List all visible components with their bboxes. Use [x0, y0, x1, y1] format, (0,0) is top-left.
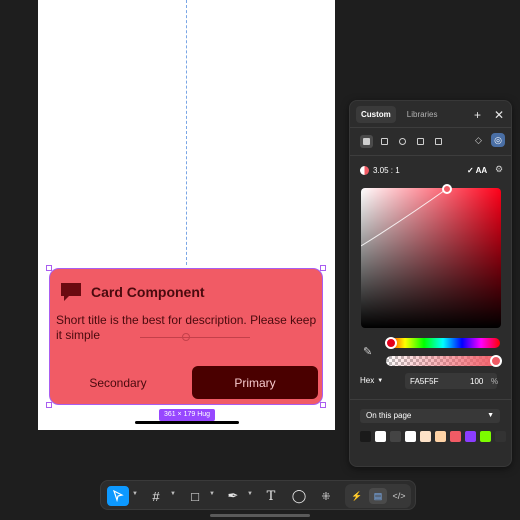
chevron-down-icon: ▼	[377, 377, 384, 384]
comment-tool[interactable]: ◯	[288, 486, 310, 506]
primary-button[interactable]: Primary	[192, 366, 318, 399]
dev-mode-button[interactable]: </>	[390, 488, 408, 504]
size-badge: 361 × 179 Hug	[159, 409, 215, 421]
chevron-down-icon[interactable]: ▼	[209, 491, 215, 497]
comment-icon: ◯	[291, 488, 307, 503]
mode-switcher: ⚡ ▤ </>	[345, 484, 411, 508]
color-swatch[interactable]	[495, 431, 506, 442]
secondary-button[interactable]: Secondary	[56, 367, 180, 399]
hex-value[interactable]: FA5F5F	[410, 377, 438, 386]
frame-icon: #	[152, 488, 160, 504]
video-fill-icon[interactable]	[432, 135, 445, 148]
resize-handle-bottom-right[interactable]	[320, 402, 326, 408]
shape-tool[interactable]: □	[184, 486, 206, 506]
opacity-unit: %	[491, 377, 499, 386]
opacity-value[interactable]: 100	[470, 377, 483, 386]
chevron-down-icon: ▼	[487, 412, 494, 419]
prototype-mode-button[interactable]: ▤	[369, 488, 387, 504]
color-picker-panel: Custom Libraries + ✕ ◇ ◎ 3.05 : 1 ✓ AA ⚙…	[349, 100, 512, 467]
tab-libraries[interactable]: Libraries	[402, 106, 443, 123]
color-swatch[interactable]	[435, 431, 446, 442]
saturation-brightness-area[interactable]	[361, 188, 501, 328]
contrast-threshold-curve	[361, 188, 449, 247]
variables-icon[interactable]: ◎	[491, 133, 505, 147]
eyedropper-icon[interactable]: ✎	[363, 345, 372, 358]
card-title: Card Component	[91, 284, 205, 300]
card-header: Card Component	[59, 281, 205, 303]
hue-handle[interactable]	[385, 337, 397, 349]
contrast-aa-badge: ✓ AA	[467, 166, 488, 175]
spacing-handle[interactable]	[182, 333, 190, 341]
resize-handle-top-left[interactable]	[46, 265, 52, 271]
color-swatch[interactable]	[450, 431, 461, 442]
text-tool[interactable]: T	[260, 486, 282, 506]
add-icon[interactable]: +	[474, 108, 481, 122]
color-swatch[interactable]	[465, 431, 476, 442]
paint-type-row	[360, 135, 445, 148]
move-icon	[113, 490, 124, 502]
color-swatch[interactable]	[360, 431, 371, 442]
contrast-ratio: 3.05 : 1	[373, 166, 400, 175]
components-icon: ⁜	[321, 490, 331, 503]
swatch-grid	[360, 431, 506, 442]
spacing-measure-line	[140, 337, 250, 338]
chevron-down-icon[interactable]: ▼	[170, 491, 176, 497]
canvas-scroll-indicator[interactable]	[135, 421, 239, 424]
blend-mode-icon[interactable]: ◇	[475, 135, 482, 146]
tab-custom[interactable]: Custom	[356, 106, 396, 123]
shape-icon: □	[191, 488, 199, 504]
bottom-toolbar: ▼ # ▼ □ ▼ ✒ ▼ T ◯ ⁜ ⚡ ▤ </>	[100, 480, 416, 510]
close-icon[interactable]: ✕	[494, 108, 504, 122]
color-swatch[interactable]	[375, 431, 386, 442]
color-swatch[interactable]	[420, 431, 431, 442]
home-indicator	[210, 514, 310, 517]
picker-tabs: Custom Libraries	[356, 106, 442, 123]
contrast-settings-icon[interactable]: ⚙	[495, 164, 503, 175]
image-fill-icon[interactable]	[414, 135, 427, 148]
contrast-icon	[360, 166, 369, 175]
solid-paint-icon[interactable]	[360, 135, 373, 148]
pen-icon: ✒	[227, 488, 239, 503]
design-mode-icon: ⚡	[351, 490, 363, 501]
vertical-guide	[186, 0, 187, 265]
resize-handle-bottom-left[interactable]	[46, 402, 52, 408]
swatch-source-select[interactable]: On this page ▼	[360, 409, 500, 423]
pen-tool[interactable]: ✒	[222, 486, 244, 506]
design-mode-button[interactable]: ⚡	[348, 488, 366, 504]
card-component[interactable]: Card Component Short title is the best f…	[49, 268, 323, 405]
chevron-down-icon[interactable]: ▼	[132, 491, 138, 497]
color-swatch[interactable]	[405, 431, 416, 442]
linear-gradient-icon[interactable]	[378, 135, 391, 148]
opacity-slider[interactable]	[386, 356, 500, 366]
text-icon: T	[266, 488, 276, 504]
color-swatch[interactable]	[480, 431, 491, 442]
saturation-handle[interactable]	[442, 184, 452, 194]
move-tool[interactable]	[107, 486, 129, 506]
check-icon: ✓	[467, 166, 476, 175]
chat-bubble-icon	[61, 283, 81, 301]
opacity-handle[interactable]	[490, 355, 502, 367]
components-tool[interactable]: ⁜	[315, 486, 337, 506]
hue-slider[interactable]	[386, 338, 500, 348]
resize-handle-top-right[interactable]	[320, 265, 326, 271]
color-swatch[interactable]	[390, 431, 401, 442]
divider	[350, 127, 511, 128]
chevron-down-icon[interactable]: ▼	[247, 491, 253, 497]
dev-mode-icon: </>	[392, 491, 406, 501]
color-format-select[interactable]: Hex ▼	[360, 376, 383, 385]
frame-tool[interactable]: #	[145, 486, 167, 506]
prototype-mode-icon: ▤	[373, 490, 383, 501]
divider	[350, 399, 511, 400]
contrast-indicator: 3.05 : 1	[360, 166, 400, 175]
divider	[350, 155, 511, 156]
radial-gradient-icon[interactable]	[396, 135, 409, 148]
